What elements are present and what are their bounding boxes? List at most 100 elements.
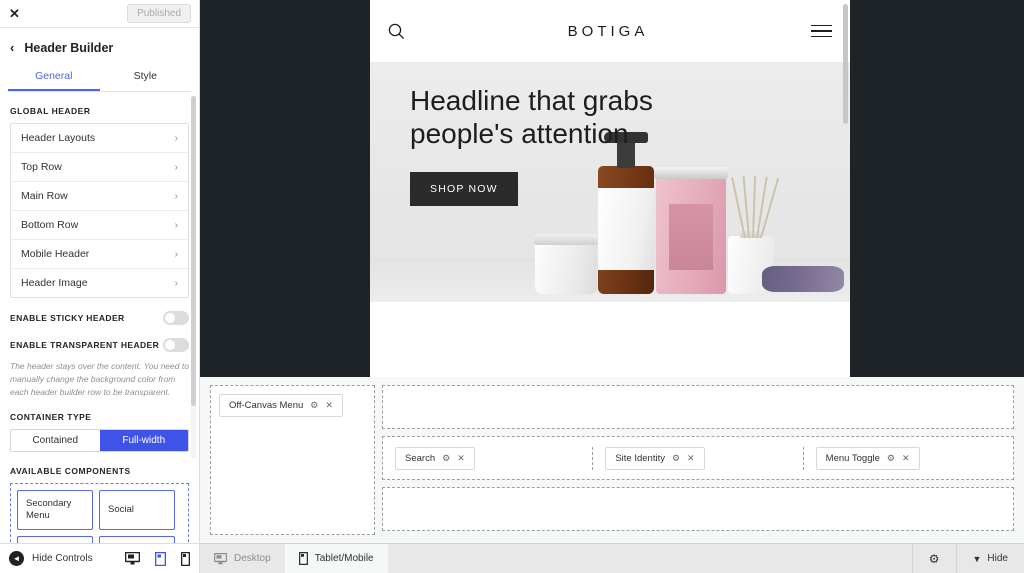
- sidebar-item-header-layouts[interactable]: Header Layouts ›: [11, 124, 188, 153]
- gear-icon: ⚙: [929, 552, 940, 566]
- builder-settings-button[interactable]: ⚙: [912, 544, 956, 573]
- chevron-right-icon: ›: [175, 162, 178, 173]
- builder-chip-offcanvas-menu[interactable]: Off-Canvas Menu ⚙ ✕: [219, 394, 343, 417]
- publish-button[interactable]: Published: [127, 4, 191, 23]
- component-secondary-menu[interactable]: Secondary Menu: [17, 490, 93, 530]
- gear-icon[interactable]: ⚙: [887, 453, 895, 464]
- hide-builder-button[interactable]: ▼ Hide: [956, 544, 1024, 573]
- sidebar-item-main-row[interactable]: Main Row ›: [11, 182, 188, 211]
- site-logo[interactable]: BOTIGA: [405, 23, 811, 40]
- tab-general[interactable]: General: [8, 65, 100, 91]
- chevron-left-icon[interactable]: ‹: [10, 40, 14, 55]
- chevron-down-icon: ▼: [973, 554, 982, 564]
- chevron-right-icon: ›: [175, 278, 178, 289]
- chip-label: Site Identity: [615, 453, 665, 464]
- shop-now-button[interactable]: SHOP NOW: [410, 172, 518, 206]
- close-icon[interactable]: ✕: [457, 453, 465, 464]
- sticky-header-toggle[interactable]: [163, 311, 189, 325]
- main-row-cell-center[interactable]: Site Identity ⚙ ✕: [593, 447, 803, 470]
- tab-label: Desktop: [234, 553, 271, 564]
- close-icon[interactable]: ✕: [9, 7, 20, 20]
- customizer-app: ✕ Published ‹ Header Builder General Sty…: [0, 0, 1024, 573]
- close-icon[interactable]: ✕: [325, 400, 333, 411]
- gear-icon[interactable]: ⚙: [672, 453, 680, 464]
- builder-row-top[interactable]: [382, 385, 1014, 429]
- toggle-knob: [165, 313, 175, 323]
- item-label: Header Layouts: [21, 132, 95, 144]
- product-white-jar: [535, 242, 597, 294]
- transparent-header-description: The header stays over the content. You n…: [10, 360, 189, 398]
- sidebar-item-header-image[interactable]: Header Image ›: [11, 269, 188, 297]
- statusbar-tab-tablet-mobile[interactable]: Tablet/Mobile: [285, 544, 388, 573]
- product-lavender-sprigs: [762, 266, 844, 292]
- hero-headline: Headline that grabs people's attention: [410, 84, 710, 150]
- reed-stick: [760, 178, 779, 238]
- canister-label: [669, 204, 713, 270]
- component-social[interactable]: Social: [99, 490, 175, 530]
- transparent-header-label: ENABLE TRANSPARENT HEADER: [10, 340, 159, 350]
- item-label: Top Row: [21, 161, 62, 173]
- builder-row-bottom[interactable]: [382, 487, 1014, 531]
- search-icon[interactable]: [388, 23, 405, 40]
- gear-icon[interactable]: ⚙: [442, 453, 450, 464]
- builder-chip-search[interactable]: Search ⚙ ✕: [395, 447, 475, 470]
- gear-icon[interactable]: ⚙: [310, 400, 318, 411]
- hamburger-bar: [811, 36, 832, 38]
- builder-row-main[interactable]: Search ⚙ ✕ Site Identity ⚙ ✕ Menu Toggle: [382, 436, 1014, 480]
- available-components-zone: Secondary Menu Social: [10, 483, 189, 543]
- page-title: Header Builder: [24, 41, 113, 55]
- panel-tabs: General Style: [8, 65, 191, 92]
- container-option-contained[interactable]: Contained: [11, 430, 100, 451]
- hero-banner: Headline that grabs people's attention S…: [370, 62, 850, 302]
- desktop-icon[interactable]: [125, 552, 140, 565]
- tab-style[interactable]: Style: [100, 65, 192, 91]
- builder-chip-site-identity[interactable]: Site Identity ⚙ ✕: [605, 447, 704, 470]
- statusbar-tab-desktop[interactable]: Desktop: [200, 544, 285, 573]
- sidebar-item-top-row[interactable]: Top Row ›: [11, 153, 188, 182]
- panel-header: ‹ Header Builder: [0, 28, 199, 65]
- close-icon[interactable]: ✕: [902, 453, 910, 464]
- sidebar-topbar: ✕ Published: [0, 0, 199, 28]
- component-placeholder-4[interactable]: [99, 536, 175, 543]
- item-label: Header Image: [21, 277, 88, 289]
- customizer-sidebar: ✕ Published ‹ Header Builder General Sty…: [0, 0, 200, 543]
- collapse-left-icon[interactable]: ◄: [9, 551, 24, 566]
- header-builder-panel: Off-Canvas Menu ⚙ ✕ Search ⚙ ✕: [200, 377, 1024, 543]
- chevron-right-icon: ›: [175, 249, 178, 260]
- sidebar-item-bottom-row[interactable]: Bottom Row ›: [11, 211, 188, 240]
- main-row-cell-right[interactable]: Menu Toggle ⚙ ✕: [804, 447, 1013, 470]
- available-components-label: AVAILABLE COMPONENTS: [10, 466, 189, 476]
- mobile-icon: [299, 552, 308, 565]
- container-option-full-width[interactable]: Full-width: [100, 430, 189, 451]
- chevron-right-icon: ›: [175, 191, 178, 202]
- desktop-icon: [214, 553, 227, 565]
- hamburger-bar: [811, 25, 832, 27]
- tablet-icon[interactable]: [155, 552, 166, 566]
- container-type-label: CONTAINER TYPE: [10, 412, 189, 422]
- preview-scrollbar[interactable]: [843, 4, 848, 124]
- sticky-header-label: ENABLE STICKY HEADER: [10, 313, 125, 323]
- mobile-icon[interactable]: [181, 552, 190, 566]
- statusbar-actions: ⚙ ▼ Hide: [912, 544, 1024, 573]
- offcanvas-column: Off-Canvas Menu ⚙ ✕: [210, 385, 375, 535]
- sidebar-item-mobile-header[interactable]: Mobile Header ›: [11, 240, 188, 269]
- sidebar-scroll-area: GLOBAL HEADER Header Layouts › Top Row ›…: [0, 92, 199, 543]
- main-row-cell-left[interactable]: Search ⚙ ✕: [383, 447, 593, 470]
- chip-label: Menu Toggle: [826, 453, 880, 464]
- builder-statusbar: Desktop Tablet/Mobile ⚙ ▼ Hide: [200, 543, 1024, 573]
- offcanvas-drop-zone[interactable]: Off-Canvas Menu ⚙ ✕: [210, 385, 375, 535]
- tab-label: Tablet/Mobile: [315, 553, 374, 564]
- toggle-knob: [165, 340, 175, 350]
- preview-frame: BOTIGA: [200, 0, 1024, 377]
- sidebar-scrollbar-thumb[interactable]: [191, 96, 196, 406]
- sidebar-scrollbar[interactable]: [191, 96, 196, 459]
- close-icon[interactable]: ✕: [687, 453, 695, 464]
- component-placeholder-3[interactable]: [17, 536, 93, 543]
- transparent-header-toggle[interactable]: [163, 338, 189, 352]
- hamburger-menu-icon[interactable]: [811, 25, 832, 38]
- builder-chip-menu-toggle[interactable]: Menu Toggle ⚙ ✕: [816, 447, 920, 470]
- sticky-header-row: ENABLE STICKY HEADER: [10, 311, 189, 325]
- header-sections-list: Header Layouts › Top Row › Main Row › Bo…: [10, 123, 189, 298]
- device-switcher: [125, 552, 190, 566]
- transparent-header-row: ENABLE TRANSPARENT HEADER: [10, 338, 189, 352]
